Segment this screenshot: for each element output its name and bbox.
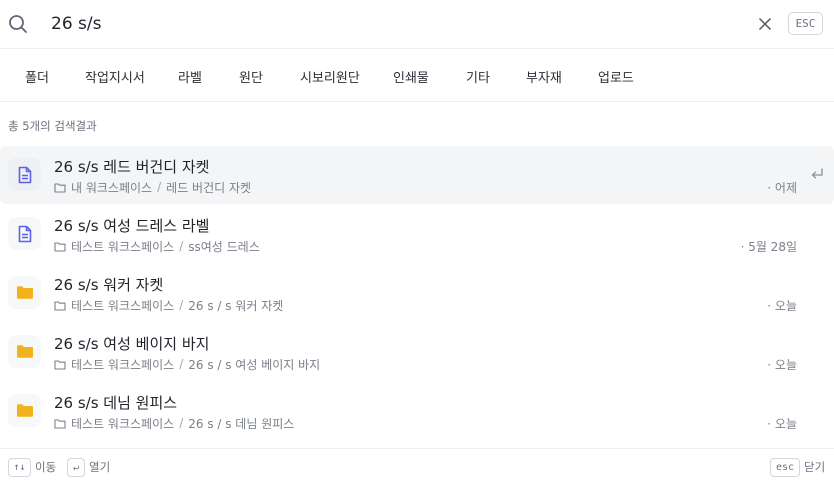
result-workspace: 테스트 워크스페이스 bbox=[71, 357, 175, 372]
document-icon bbox=[8, 158, 41, 191]
result-path-name: 레드 버건디 자켓 bbox=[166, 180, 252, 195]
keyboard-hints: ↑↓ 이동 ↵ 열기 esc 닫기 bbox=[0, 448, 834, 485]
path-separator: / bbox=[179, 357, 184, 371]
tab-folder[interactable]: 폴더 bbox=[25, 50, 49, 102]
folder-outline-icon bbox=[54, 359, 66, 370]
result-path: 내 워크스페이스 / 레드 버건디 자켓 bbox=[54, 179, 251, 195]
result-count: 총 5개의 검색결과 bbox=[8, 119, 97, 133]
result-workspace: 테스트 워크스페이스 bbox=[71, 239, 175, 254]
path-separator: / bbox=[157, 180, 162, 194]
arrow-keys-hint: ↑↓ bbox=[8, 458, 31, 477]
category-tabs: 폴더 작업지시서 라벨 원단 시보리원단 인쇄물 기타 부자재 업로드 bbox=[0, 50, 834, 102]
result-path: 테스트 워크스페이스 / 26 s / s 여성 베이지 바지 bbox=[54, 356, 320, 372]
result-path-name: ss여성 드레스 bbox=[188, 239, 260, 254]
result-item[interactable]: 26 s/s 레드 버건디 자켓 내 워크스페이스 / 레드 버건디 자켓 · … bbox=[0, 146, 834, 204]
path-separator: / bbox=[179, 298, 184, 312]
result-title: 26 s/s 여성 베이지 바지 bbox=[54, 335, 210, 353]
folder-icon bbox=[8, 276, 41, 309]
result-title: 26 s/s 여성 드레스 라벨 bbox=[54, 217, 210, 235]
document-icon bbox=[8, 217, 41, 250]
result-workspace: 내 워크스페이스 bbox=[71, 180, 153, 195]
result-workspace: 테스트 워크스페이스 bbox=[71, 416, 175, 431]
result-title: 26 s/s 워커 자켓 bbox=[54, 276, 164, 294]
result-path-name: 26 s / s 데님 원피스 bbox=[188, 416, 295, 431]
result-title: 26 s/s 데님 원피스 bbox=[54, 394, 178, 412]
result-item[interactable]: 26 s/s 데님 원피스 테스트 워크스페이스 / 26 s / s 데님 원… bbox=[0, 382, 834, 440]
close-hint-label: 닫기 bbox=[804, 460, 826, 474]
tab-rib-fabric[interactable]: 시보리원단 bbox=[300, 50, 360, 102]
folder-icon bbox=[8, 335, 41, 368]
move-hint-label: 이동 bbox=[35, 460, 57, 474]
result-title: 26 s/s 레드 버건디 자켓 bbox=[54, 158, 210, 176]
search-input[interactable] bbox=[51, 11, 731, 37]
tab-print[interactable]: 인쇄물 bbox=[393, 50, 429, 102]
result-date: · 오늘 bbox=[767, 358, 797, 372]
result-item[interactable]: 26 s/s 여성 베이지 바지 테스트 워크스페이스 / 26 s / s 여… bbox=[0, 323, 834, 381]
result-path-name: 26 s / s 워커 자켓 bbox=[188, 298, 284, 313]
tab-fabric[interactable]: 원단 bbox=[239, 50, 263, 102]
clear-search-icon[interactable] bbox=[756, 15, 774, 33]
result-item[interactable]: 26 s/s 여성 드레스 라벨 테스트 워크스페이스 / ss여성 드레스 ·… bbox=[0, 205, 834, 263]
result-date: · 오늘 bbox=[767, 299, 797, 313]
folder-outline-icon bbox=[54, 300, 66, 311]
result-date: · 5월 28일 bbox=[740, 240, 797, 254]
tab-work-order[interactable]: 작업지시서 bbox=[85, 50, 145, 102]
folder-outline-icon bbox=[54, 182, 66, 193]
enter-key-hint: ↵ bbox=[67, 458, 85, 477]
result-date: · 오늘 bbox=[767, 417, 797, 431]
result-item[interactable]: 26 s/s 워커 자켓 테스트 워크스페이스 / 26 s / s 워커 자켓… bbox=[0, 264, 834, 322]
tab-label[interactable]: 라벨 bbox=[178, 50, 202, 102]
tab-etc[interactable]: 기타 bbox=[466, 50, 490, 102]
path-separator: / bbox=[179, 239, 184, 253]
result-path-name: 26 s / s 여성 베이지 바지 bbox=[188, 357, 321, 372]
enter-icon bbox=[811, 168, 823, 179]
result-workspace: 테스트 워크스페이스 bbox=[71, 298, 175, 313]
result-date: · 어제 bbox=[767, 181, 797, 195]
esc-key-hint: esc bbox=[770, 458, 800, 477]
folder-outline-icon bbox=[54, 241, 66, 252]
esc-close-button[interactable]: ESC bbox=[788, 12, 823, 35]
path-separator: / bbox=[179, 416, 184, 430]
search-bar: ESC bbox=[0, 0, 834, 49]
result-path: 테스트 워크스페이스 / 26 s / s 데님 원피스 bbox=[54, 415, 294, 431]
tab-trims[interactable]: 부자재 bbox=[526, 50, 562, 102]
tab-upload[interactable]: 업로드 bbox=[598, 50, 634, 102]
search-icon bbox=[9, 15, 27, 33]
folder-outline-icon bbox=[54, 418, 66, 429]
folder-icon bbox=[8, 394, 41, 427]
result-path: 테스트 워크스페이스 / 26 s / s 워커 자켓 bbox=[54, 297, 283, 313]
result-path: 테스트 워크스페이스 / ss여성 드레스 bbox=[54, 238, 260, 254]
open-hint-label: 열기 bbox=[89, 460, 111, 474]
